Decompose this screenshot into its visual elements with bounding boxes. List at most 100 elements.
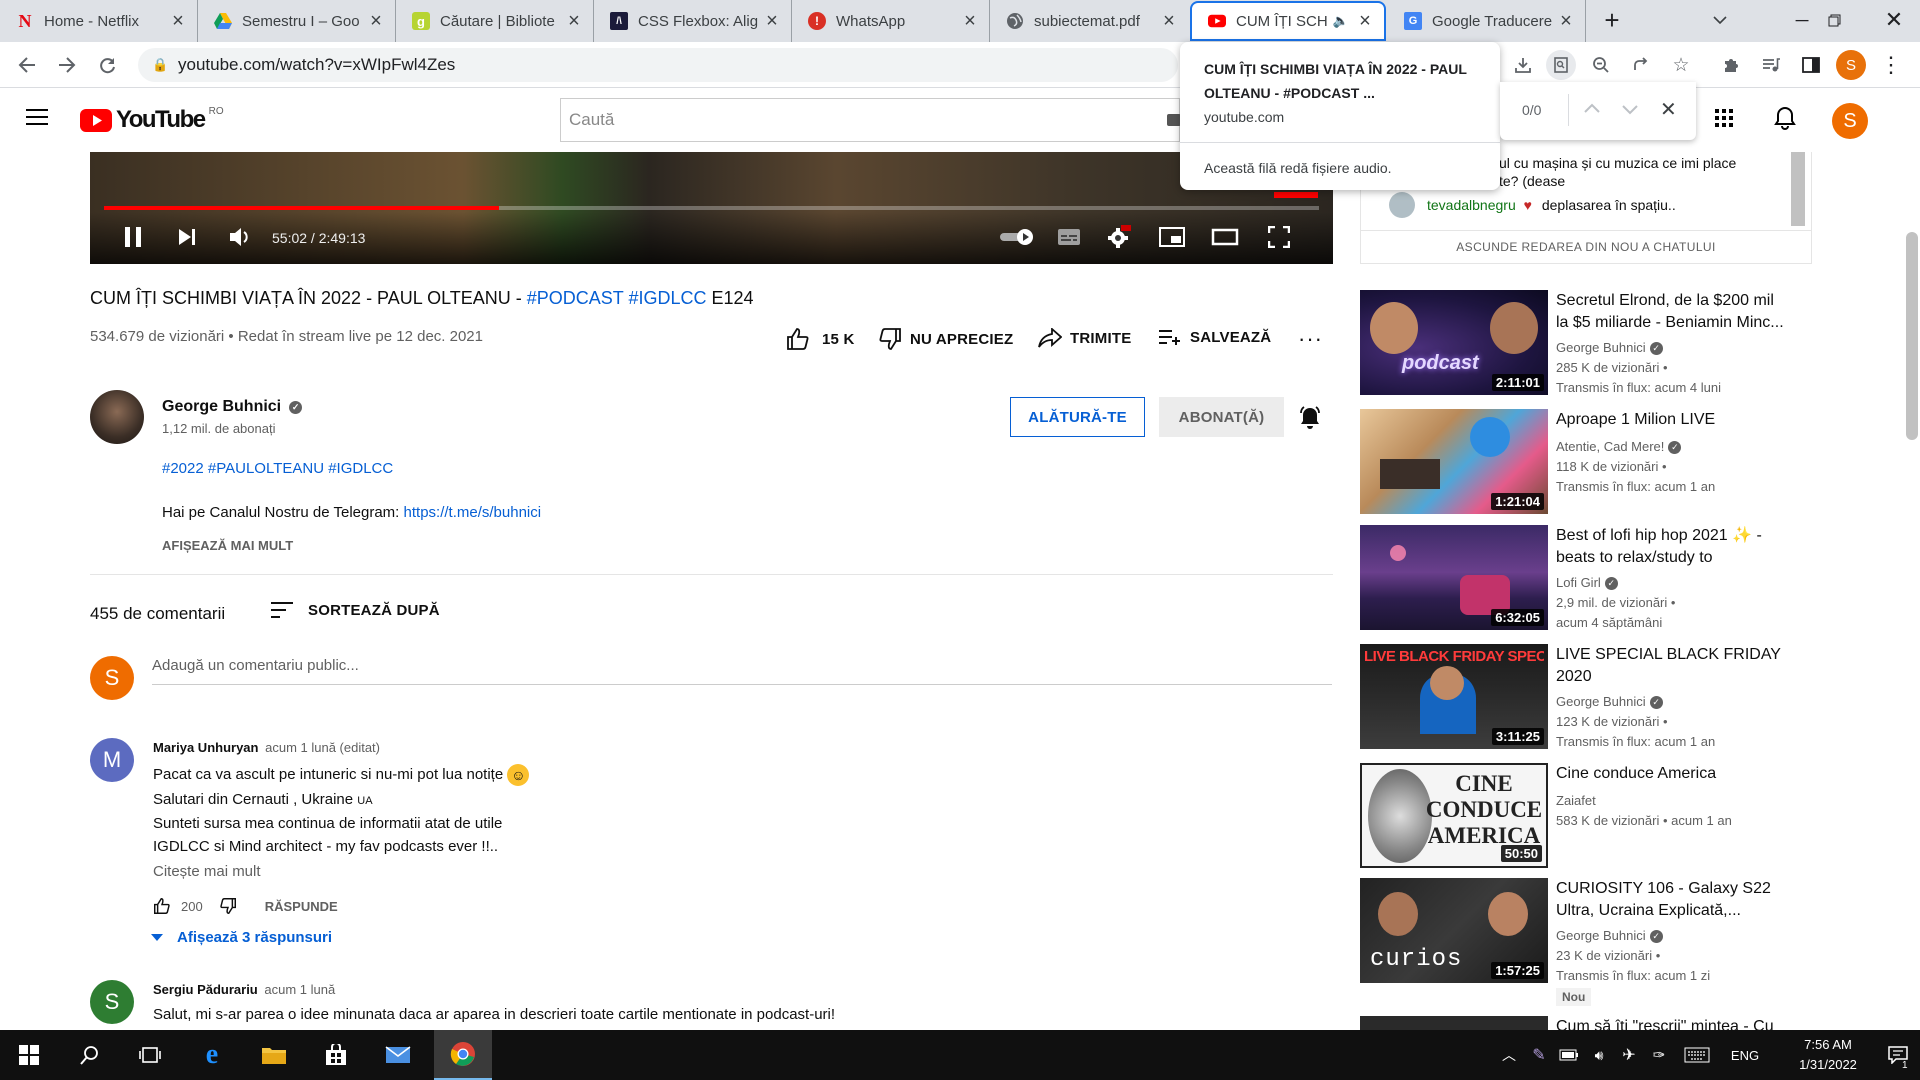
side-panel-icon[interactable]	[1796, 50, 1826, 80]
theater-mode-icon[interactable]	[1208, 222, 1242, 252]
file-explorer-icon[interactable]	[248, 1030, 300, 1080]
tab-pdf[interactable]: subiectemat.pdf ×	[990, 0, 1188, 42]
close-icon[interactable]: ×	[169, 11, 187, 31]
tab-google-drive[interactable]: Semestru I – Goo ×	[198, 0, 396, 42]
video-thumbnail[interactable]: podcast 2:11:01	[1360, 290, 1548, 395]
show-replies-button[interactable]: Afișează 3 răspunsuri	[151, 929, 332, 946]
account-avatar[interactable]: S	[1832, 103, 1868, 139]
search-input[interactable]: Caută	[560, 98, 1181, 142]
video-thumbnail[interactable]: curios 1:57:25	[1360, 878, 1548, 983]
task-view-icon[interactable]	[124, 1030, 176, 1080]
progress-bar[interactable]	[104, 206, 1319, 210]
notifications-bell-icon[interactable]	[1774, 106, 1796, 135]
video-thumbnail[interactable]	[1360, 1016, 1548, 1030]
youtube-logo[interactable]: YouTube RO	[80, 106, 224, 134]
close-window-button[interactable]: ✕	[1864, 0, 1920, 40]
recommended-video[interactable]: 6:32:05 Best of lofi hip hop 2021 ✨ - be…	[1360, 525, 1810, 635]
thumbs-down-icon[interactable]	[219, 898, 237, 914]
next-icon[interactable]	[170, 222, 204, 252]
settings-gear-icon[interactable]	[1102, 222, 1136, 252]
video-thumbnail[interactable]: LIVE BLACK FRIDAY SPECIAL 3:11:25	[1360, 644, 1548, 749]
sort-button[interactable]: SORTEAZĂ DUPĂ	[270, 601, 440, 619]
pause-icon[interactable]	[116, 222, 150, 252]
menu-icon[interactable]	[26, 108, 50, 128]
bookmark-star-icon[interactable]: ☆	[1666, 50, 1696, 80]
tab-goodreads[interactable]: g Căutare | Bibliote ×	[396, 0, 594, 42]
pen-icon[interactable]: ✎	[1526, 1030, 1552, 1080]
download-icon[interactable]	[1508, 50, 1538, 80]
page-scrollbar-thumb[interactable]	[1906, 232, 1918, 440]
hashtag-link[interactable]: #IGDLCC	[628, 288, 706, 308]
language-indicator[interactable]: ENG	[1722, 1030, 1768, 1080]
back-icon[interactable]	[12, 50, 42, 80]
thumbs-up-icon[interactable]	[153, 898, 171, 914]
subscribed-button[interactable]: ABONAT(Ă)	[1159, 397, 1284, 437]
subtitles-icon[interactable]	[1052, 222, 1086, 252]
media-control-icon[interactable]	[1756, 50, 1786, 80]
close-icon[interactable]: ×	[961, 11, 979, 31]
notification-bell-icon[interactable]	[1298, 405, 1322, 434]
telegram-link[interactable]: https://t.me/s/buhnici	[404, 504, 542, 521]
close-icon[interactable]: ×	[1356, 11, 1374, 31]
comment-time[interactable]: acum 1 lună (editat)	[265, 740, 380, 755]
recommended-video[interactable]: curios 1:57:25 CURIOSITY 106 - Galaxy S2…	[1360, 878, 1810, 1006]
channel-name[interactable]: George Buhnici ✓	[162, 398, 303, 416]
commenter-avatar[interactable]: M	[90, 738, 134, 782]
dislike-button[interactable]: NU APRECIEZ	[878, 328, 1013, 350]
close-icon[interactable]: ×	[1557, 11, 1575, 31]
tab-css-flexbox[interactable]: /\ CSS Flexbox: Alig ×	[594, 0, 792, 42]
tab-search-icon[interactable]	[1690, 0, 1750, 40]
close-icon[interactable]: ×	[565, 11, 583, 31]
new-tab-button[interactable]: +	[1582, 0, 1642, 40]
video-thumbnail[interactable]: 1:21:04	[1360, 409, 1548, 514]
store-icon[interactable]	[310, 1030, 362, 1080]
add-comment-input[interactable]: Adaugă un comentariu public...	[152, 657, 1332, 685]
touch-keyboard-icon[interactable]	[1680, 1030, 1714, 1080]
tab-netflix[interactable]: N Home - Netflix ×	[0, 0, 198, 42]
like-button[interactable]: 15 K	[786, 328, 855, 350]
tab-google-translate[interactable]: G Google Traducere ×	[1388, 0, 1586, 42]
join-button[interactable]: ALĂTURĂ-TE	[1010, 397, 1145, 437]
video-player[interactable]: 55:02 / 2:49:13	[90, 152, 1333, 264]
hide-chat-replay-button[interactable]: ASCUNDE REDAREA DIN NOU A CHATULUI	[1361, 240, 1811, 254]
reply-button[interactable]: RĂSPUNDE	[265, 899, 338, 914]
read-more-button[interactable]: Citește mai mult	[153, 863, 261, 880]
zoom-icon[interactable]	[1586, 50, 1616, 80]
save-button[interactable]: SALVEAZĂ	[1158, 328, 1271, 346]
extensions-icon[interactable]	[1716, 50, 1746, 80]
more-actions-icon[interactable]: ···	[1298, 328, 1323, 350]
show-more-button[interactable]: AFIȘEAZĂ MAI MULT	[162, 538, 293, 553]
show-hidden-icons[interactable]: ︿	[1496, 1030, 1522, 1080]
keyboard-icon[interactable]	[1167, 114, 1181, 126]
description-hashtags[interactable]: #2022 #PAULOLTEANU #IGDLCC	[162, 460, 393, 477]
volume-icon[interactable]: 🔊︎	[1586, 1030, 1612, 1080]
chat-scrollbar[interactable]	[1791, 152, 1805, 226]
tab-whatsapp[interactable]: ! WhatsApp ×	[792, 0, 990, 42]
restore-button[interactable]	[1804, 0, 1864, 40]
close-icon[interactable]: ×	[1160, 11, 1178, 31]
fullscreen-icon[interactable]	[1262, 222, 1296, 252]
tab-youtube-active[interactable]: CUM ÎȚI SCH 🔈 ×	[1190, 1, 1386, 41]
forward-icon[interactable]	[52, 50, 82, 80]
chrome-taskbar-icon[interactable]	[434, 1030, 492, 1080]
find-next-icon[interactable]	[1622, 102, 1638, 120]
volume-icon[interactable]	[224, 222, 258, 252]
clock[interactable]: 7:56 AM 1/31/2022	[1780, 1030, 1876, 1080]
share-button[interactable]: TRIMITE	[1038, 328, 1131, 348]
address-bar[interactable]: 🔒 youtube.com/watch?v=xWIpFwl4Zes	[138, 48, 1178, 82]
mail-icon[interactable]	[372, 1030, 424, 1080]
battery-icon[interactable]	[1556, 1030, 1582, 1080]
autoplay-toggle[interactable]	[998, 222, 1038, 252]
video-thumbnail[interactable]: CINE CONDUCE AMERICA 50:50	[1360, 763, 1548, 868]
commenter-avatar[interactable]: S	[90, 980, 134, 1024]
chrome-menu-icon[interactable]: ⋮	[1876, 50, 1906, 80]
comment-author[interactable]: Sergiu Pădurariu	[153, 982, 258, 997]
recommended-video[interactable]: 1:21:04 Aproape 1 Milion LIVE Atentie, C…	[1360, 409, 1810, 519]
apps-grid-icon[interactable]	[1714, 108, 1734, 133]
speaker-icon[interactable]: 🔈	[1332, 12, 1350, 30]
edge-icon[interactable]: e	[186, 1030, 238, 1080]
find-close-icon[interactable]: ✕	[1660, 97, 1677, 122]
recommended-video[interactable]: LIVE BLACK FRIDAY SPECIAL 3:11:25 LIVE S…	[1360, 644, 1810, 754]
recommended-video[interactable]: podcast 2:11:01 Secretul Elrond, de la $…	[1360, 290, 1810, 400]
lock-icon[interactable]: 🔒	[152, 57, 168, 73]
